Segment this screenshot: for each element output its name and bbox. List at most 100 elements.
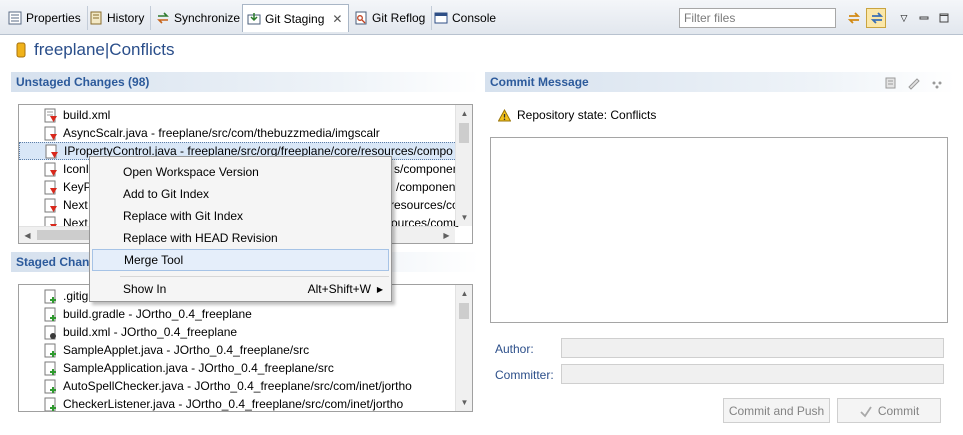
tab-label: Git Reflog xyxy=(372,11,426,25)
unstaged-changes-header[interactable]: Unstaged Changes (98) xyxy=(11,72,479,92)
added-file-icon xyxy=(44,379,58,394)
menu-item-add-to-git-index[interactable]: Add to Git Index xyxy=(92,183,389,205)
scroll-thumb[interactable] xyxy=(459,123,469,143)
minimize-icon xyxy=(917,11,931,25)
list-item[interactable]: AsyncScalr.java - freeplane/src/com/theb… xyxy=(19,124,380,142)
menu-item-label: Add to Git Index xyxy=(123,187,210,201)
section-title: Unstaged Changes (98) xyxy=(16,75,150,89)
tab-history[interactable]: History xyxy=(85,6,152,30)
file-path-tail: /componen xyxy=(396,180,456,194)
tab-git-staging[interactable]: Git Staging ✕ xyxy=(242,4,350,32)
list-item[interactable]: build.gradle - JOrtho_0.4_freeplane xyxy=(19,305,252,323)
view-menu-button[interactable]: ▽ xyxy=(894,8,914,28)
tab-label: History xyxy=(107,11,145,25)
context-menu: Open Workspace Version Add to Git Index … xyxy=(89,156,392,302)
view-tab-bar: Properties History Synchronize Git Stagi… xyxy=(0,0,963,35)
list-item[interactable]: CheckerListener.java - JOrtho_0.4_freepl… xyxy=(19,395,403,411)
scroll-left-icon[interactable]: ◀ xyxy=(19,227,36,243)
chevron-down-icon: ▽ xyxy=(900,12,908,23)
close-icon[interactable]: ✕ xyxy=(332,12,342,26)
tab-git-reflog[interactable]: Git Reflog xyxy=(350,6,433,30)
commit-button[interactable]: Commit xyxy=(837,398,941,423)
conflict-file-icon xyxy=(44,162,58,177)
change-id-icon[interactable] xyxy=(930,76,944,90)
repository-state-text: Repository state: Conflicts xyxy=(517,108,657,122)
file-name: build.gradle - JOrtho_0.4_freeplane xyxy=(63,307,252,321)
list-item[interactable]: SampleApplet.java - JOrtho_0.4_freeplane… xyxy=(19,341,309,359)
git-reflog-icon xyxy=(354,11,368,25)
committer-field[interactable] xyxy=(561,364,944,384)
file-name: AutoSpellChecker.java - JOrtho_0.4_freep… xyxy=(63,379,412,393)
added-file-icon xyxy=(44,343,58,358)
scroll-down-icon[interactable]: ▼ xyxy=(456,209,472,226)
button-label: Commit xyxy=(877,403,920,418)
signed-off-icon[interactable] xyxy=(907,76,921,90)
list-item[interactable]: build.xml xyxy=(19,106,110,124)
list-item[interactable]: .gitig xyxy=(19,287,88,305)
tab-properties[interactable]: Properties xyxy=(4,6,88,30)
section-title: Commit Message xyxy=(490,75,589,89)
file-name: IconI xyxy=(63,162,90,176)
added-file-icon xyxy=(44,361,58,376)
repository-state: Repository state: Conflicts xyxy=(497,106,656,124)
file-name: build.xml xyxy=(63,108,111,122)
author-field[interactable] xyxy=(561,338,944,358)
page-title: freeplane|Conflicts xyxy=(34,40,175,59)
maximize-button[interactable] xyxy=(934,8,954,28)
menu-item-replace-with-git-index[interactable]: Replace with Git Index xyxy=(92,205,389,227)
warning-icon xyxy=(497,108,511,122)
list-item[interactable]: build.xml - JOrtho_0.4_freeplane xyxy=(19,323,237,341)
properties-icon xyxy=(8,11,22,25)
conflict-file-icon xyxy=(45,144,59,159)
modified-xml-icon xyxy=(44,325,58,340)
conflict-file-icon xyxy=(44,180,58,195)
history-icon xyxy=(89,11,103,25)
file-name: .gitig xyxy=(63,289,89,303)
scroll-right-icon[interactable]: ▶ xyxy=(438,227,455,243)
filter-files-input[interactable] xyxy=(679,8,836,28)
amend-icon[interactable] xyxy=(884,76,898,90)
tab-label: Console xyxy=(452,11,497,25)
author-label: Author: xyxy=(495,342,534,356)
added-file-icon xyxy=(44,289,58,304)
tab-synchronize[interactable]: Synchronize xyxy=(152,6,248,30)
menu-item-show-in[interactable]: Show In Alt+Shift+W ▶ xyxy=(92,278,389,300)
file-path-tail: resources/co xyxy=(390,198,459,212)
tree-toggle-icon xyxy=(869,11,883,25)
vertical-scrollbar[interactable]: ▲ ▼ xyxy=(455,105,472,226)
list-item[interactable]: SampleApplication.java - JOrtho_0.4_free… xyxy=(19,359,334,377)
commit-message-textarea[interactable] xyxy=(490,137,948,323)
compare-mode-button[interactable] xyxy=(843,8,863,28)
added-file-icon xyxy=(44,397,58,411)
scroll-up-icon[interactable]: ▲ xyxy=(456,285,472,302)
tab-label: Properties xyxy=(26,11,81,25)
conflict-file-icon xyxy=(44,126,58,141)
vertical-scrollbar[interactable]: ▲ ▼ xyxy=(455,285,472,411)
list-item[interactable]: AutoSpellChecker.java - JOrtho_0.4_freep… xyxy=(19,377,412,395)
file-name: SampleApplication.java - JOrtho_0.4_free… xyxy=(63,361,334,375)
scroll-down-icon[interactable]: ▼ xyxy=(456,394,472,411)
button-label: Commit and Push xyxy=(728,403,825,418)
menu-separator xyxy=(120,276,389,277)
menu-item-label: Replace with HEAD Revision xyxy=(123,231,278,245)
minimize-button[interactable] xyxy=(914,8,934,28)
menu-item-open-workspace-version[interactable]: Open Workspace Version xyxy=(92,161,389,183)
file-name: KeyP xyxy=(63,180,92,194)
staged-files-list[interactable]: .gitig build.gradle - JOrtho_0.4_freepla… xyxy=(18,284,473,412)
file-path-tail: s/componen xyxy=(394,162,460,176)
tab-console[interactable]: Console xyxy=(430,6,502,30)
presentation-toggle-button[interactable] xyxy=(866,8,886,28)
console-icon xyxy=(434,11,448,25)
commit-toolbar xyxy=(884,76,944,90)
menu-item-label: Show In xyxy=(123,282,167,296)
menu-item-replace-with-head-revision[interactable]: Replace with HEAD Revision xyxy=(92,227,389,249)
synchronize-icon xyxy=(156,11,170,25)
scroll-up-icon[interactable]: ▲ xyxy=(456,105,472,122)
menu-item-merge-tool[interactable]: Merge Tool xyxy=(92,249,389,271)
tab-label: Synchronize xyxy=(174,11,241,25)
conflict-xml-file-icon xyxy=(44,108,58,123)
git-staging-icon xyxy=(247,12,261,26)
commit-and-push-button[interactable]: Commit and Push xyxy=(723,398,830,423)
scroll-thumb[interactable] xyxy=(459,303,469,319)
tab-label: Git Staging xyxy=(265,11,325,26)
